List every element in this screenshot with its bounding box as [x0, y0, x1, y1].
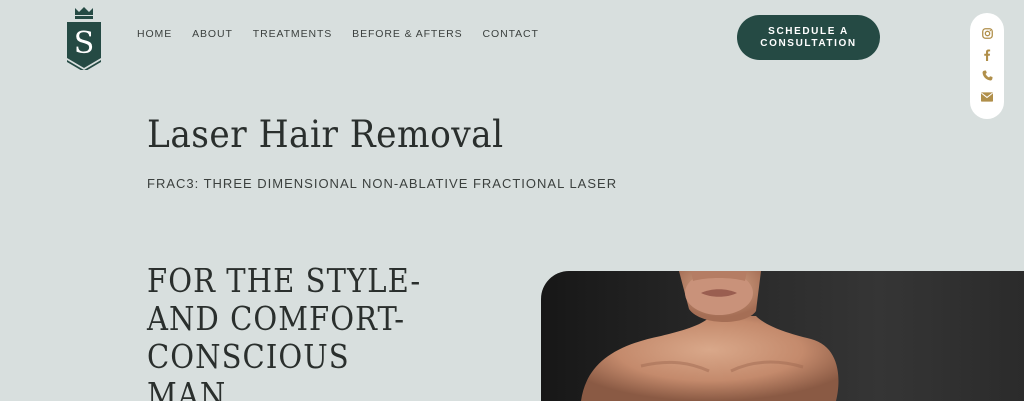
nav-about[interactable]: ABOUT	[192, 28, 233, 40]
page-title: Laser Hair Removal	[147, 113, 504, 156]
email-icon[interactable]	[981, 90, 994, 103]
crown-shield-logo-icon: S	[67, 7, 101, 72]
man-torso-image	[581, 271, 839, 401]
social-links-bar	[970, 13, 1004, 119]
brand-logo[interactable]: S	[66, 6, 102, 72]
instagram-icon[interactable]	[981, 27, 994, 40]
nav-home[interactable]: HOME	[137, 28, 172, 40]
page-subtitle: FRAC3: THREE DIMENSIONAL NON-ABLATIVE FR…	[147, 176, 618, 191]
section-headline: FOR THE STYLE-AND COMFORT-CONSCIOUS MAN	[147, 261, 422, 401]
schedule-consultation-button[interactable]: SCHEDULE A CONSULTATION	[737, 15, 880, 60]
nav-treatments[interactable]: TREATMENTS	[253, 28, 332, 40]
nav-contact[interactable]: CONTACT	[483, 28, 539, 40]
phone-icon[interactable]	[981, 69, 994, 82]
nav-before-afters[interactable]: BEFORE & AFTERS	[352, 28, 462, 40]
main-nav: HOME ABOUT TREATMENTS BEFORE & AFTERS CO…	[137, 28, 559, 40]
facebook-icon[interactable]	[981, 48, 994, 61]
logo-letter: S	[74, 26, 95, 61]
model-photo	[541, 271, 1024, 401]
